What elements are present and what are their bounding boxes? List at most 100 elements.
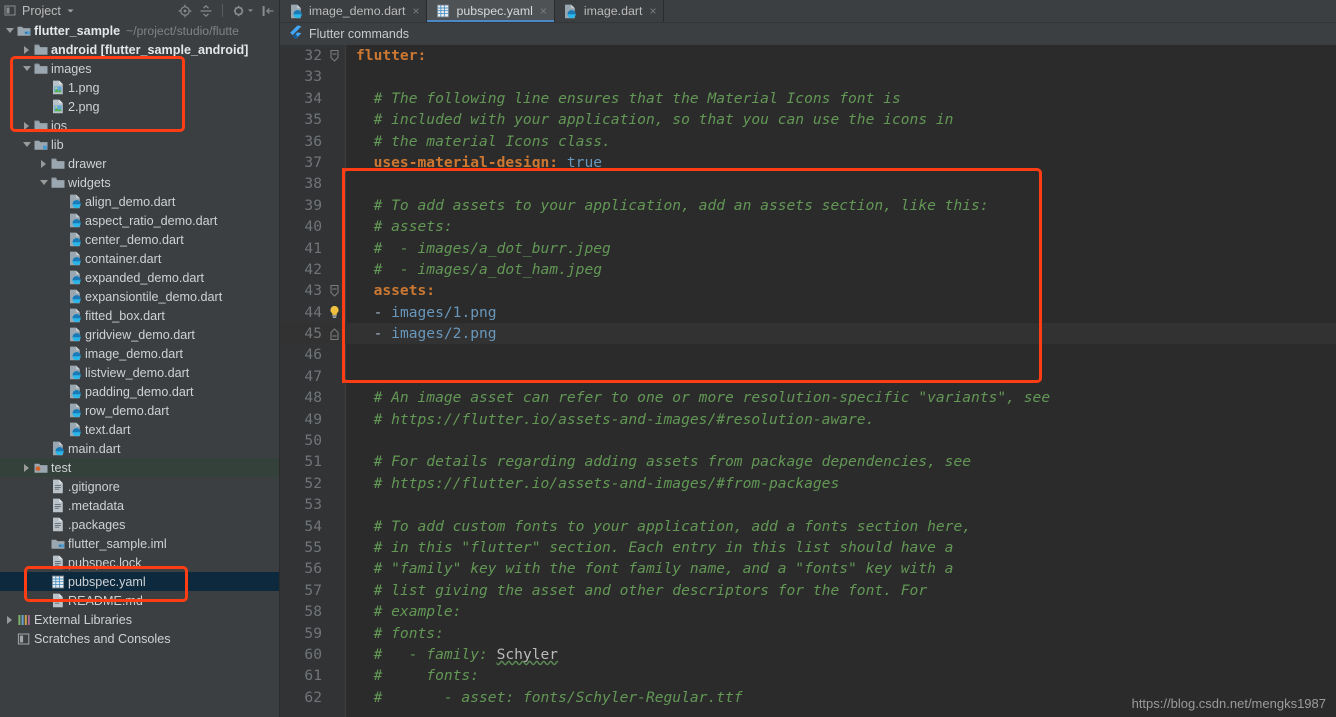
tree-row[interactable]: container.dart <box>0 249 279 268</box>
line-number[interactable]: 62 <box>280 687 322 708</box>
code-line[interactable]: 55 # in this "flutter" section. Each ent… <box>280 537 1336 558</box>
line-number[interactable]: 43 <box>280 280 322 301</box>
line-number[interactable]: 61 <box>280 665 322 686</box>
hide-panel-icon[interactable] <box>261 4 275 18</box>
line-number[interactable]: 51 <box>280 451 322 472</box>
code-line[interactable]: 37 uses-material-design: true <box>280 152 1336 173</box>
code-line[interactable]: 44 - images/1.png <box>280 302 1336 323</box>
code-line[interactable]: 36 # the material Icons class. <box>280 131 1336 152</box>
code-line[interactable]: 38 <box>280 173 1336 194</box>
tree-row[interactable]: expansiontile_demo.dart <box>0 287 279 306</box>
line-number[interactable]: 45 <box>280 323 322 344</box>
tree-row[interactable]: pubspec.lock <box>0 553 279 572</box>
editor-tab[interactable]: image.dart × <box>554 0 665 22</box>
line-number[interactable]: 42 <box>280 259 322 280</box>
chevron-down-icon[interactable] <box>38 173 49 192</box>
line-number[interactable]: 57 <box>280 580 322 601</box>
tree-row[interactable]: row_demo.dart <box>0 401 279 420</box>
line-number[interactable]: 53 <box>280 494 322 515</box>
line-number[interactable]: 40 <box>280 216 322 237</box>
code-line[interactable]: 56 # "family" key with the font family n… <box>280 558 1336 579</box>
tree-row[interactable]: image_demo.dart <box>0 344 279 363</box>
collapse-all-icon[interactable] <box>199 4 213 18</box>
code-line[interactable]: 49 # https://flutter.io/assets-and-image… <box>280 409 1336 430</box>
close-icon[interactable]: × <box>540 4 547 18</box>
editor-tab[interactable]: pubspec.yaml × <box>427 0 555 22</box>
tree-row[interactable]: .metadata <box>0 496 279 515</box>
editor-tab[interactable]: image_demo.dart × <box>280 0 428 22</box>
tree-row[interactable]: flutter_sample.iml <box>0 534 279 553</box>
code-line[interactable]: 42 # - images/a_dot_ham.jpeg <box>280 259 1336 280</box>
code-line[interactable]: 40 # assets: <box>280 216 1336 237</box>
code-line[interactable]: 52 # https://flutter.io/assets-and-image… <box>280 473 1336 494</box>
tree-row[interactable]: Scratches and Consoles <box>0 629 279 648</box>
line-number[interactable]: 46 <box>280 344 322 365</box>
line-number[interactable]: 33 <box>280 66 322 87</box>
line-number[interactable]: 44 <box>280 302 322 323</box>
line-number[interactable]: 59 <box>280 623 322 644</box>
code-content[interactable]: 32 flutter: 33 34 # The following line ensu… <box>280 45 1336 708</box>
code-line[interactable]: 60 # - family: Schyler <box>280 644 1336 665</box>
tree-row[interactable]: images <box>0 59 279 78</box>
close-icon[interactable]: × <box>412 4 419 18</box>
line-number[interactable]: 38 <box>280 173 322 194</box>
line-number[interactable]: 54 <box>280 516 322 537</box>
chevron-down-icon[interactable] <box>21 59 32 78</box>
tree-row[interactable]: 1.png <box>0 78 279 97</box>
code-line[interactable]: 50 <box>280 430 1336 451</box>
code-line[interactable]: 53 <box>280 494 1336 515</box>
code-line[interactable]: 43 assets: <box>280 280 1336 301</box>
code-line[interactable]: 54 # To add custom fonts to your applica… <box>280 516 1336 537</box>
chevron-right-icon[interactable] <box>21 458 32 477</box>
line-number[interactable]: 32 <box>280 45 322 66</box>
line-number[interactable]: 60 <box>280 644 322 665</box>
code-line[interactable]: 39 # To add assets to your application, … <box>280 195 1336 216</box>
tree-row[interactable]: fitted_box.dart <box>0 306 279 325</box>
tree-row[interactable]: text.dart <box>0 420 279 439</box>
locate-icon[interactable] <box>178 4 192 18</box>
tree-row[interactable]: padding_demo.dart <box>0 382 279 401</box>
code-line[interactable]: 61 # fonts: <box>280 665 1336 686</box>
tree-row[interactable]: gridview_demo.dart <box>0 325 279 344</box>
code-line[interactable]: 59 # fonts: <box>280 623 1336 644</box>
chevron-down-icon[interactable] <box>4 21 15 40</box>
line-number[interactable]: 36 <box>280 131 322 152</box>
code-line[interactable]: 47 <box>280 366 1336 387</box>
tree-row[interactable]: android [flutter_sample_android] <box>0 40 279 59</box>
code-line[interactable]: 58 # example: <box>280 601 1336 622</box>
fold-start-icon[interactable] <box>322 49 346 63</box>
tree-row[interactable]: 2.png <box>0 97 279 116</box>
line-number[interactable]: 56 <box>280 558 322 579</box>
tree-row[interactable]: pubspec.yaml <box>0 572 279 591</box>
flutter-commands-bar[interactable]: Flutter commands <box>280 22 1336 45</box>
line-number[interactable]: 47 <box>280 366 322 387</box>
line-number[interactable]: 50 <box>280 430 322 451</box>
tree-row[interactable]: README.md <box>0 591 279 610</box>
code-line[interactable]: 35 # included with your application, so … <box>280 109 1336 130</box>
tree-row[interactable]: flutter_sample ~/project/studio/flutte <box>0 21 279 40</box>
tree-row[interactable]: center_demo.dart <box>0 230 279 249</box>
close-icon[interactable]: × <box>649 4 656 18</box>
tree-row[interactable]: test <box>0 458 279 477</box>
tree-row[interactable]: expanded_demo.dart <box>0 268 279 287</box>
code-line[interactable]: 32 flutter: <box>280 45 1336 66</box>
tree-row[interactable]: drawer <box>0 154 279 173</box>
chevron-right-icon[interactable] <box>38 154 49 173</box>
chevron-down-icon[interactable] <box>66 3 75 18</box>
code-line[interactable]: 41 # - images/a_dot_burr.jpeg <box>280 238 1336 259</box>
line-number[interactable]: 58 <box>280 601 322 622</box>
tree-row[interactable]: ios <box>0 116 279 135</box>
line-number[interactable]: 35 <box>280 109 322 130</box>
tree-row[interactable]: lib <box>0 135 279 154</box>
chevron-right-icon[interactable] <box>21 116 32 135</box>
line-number[interactable]: 55 <box>280 537 322 558</box>
project-tree[interactable]: flutter_sample ~/project/studio/flutte and… <box>0 21 279 717</box>
code-line[interactable]: 57 # list giving the asset and other des… <box>280 580 1336 601</box>
code-line[interactable]: 51 # For details regarding adding assets… <box>280 451 1336 472</box>
line-number[interactable]: 37 <box>280 152 322 173</box>
tree-row[interactable]: align_demo.dart <box>0 192 279 211</box>
settings-gear-icon[interactable] <box>232 4 254 18</box>
chevron-right-icon[interactable] <box>21 40 32 59</box>
line-number[interactable]: 49 <box>280 409 322 430</box>
tree-row[interactable]: main.dart <box>0 439 279 458</box>
